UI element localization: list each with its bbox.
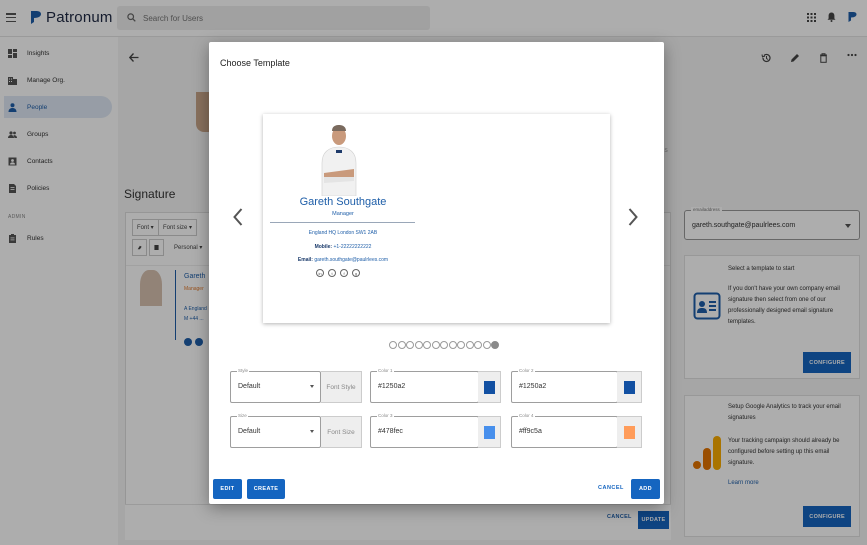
carousel-dot[interactable] [423,341,431,349]
color4-label: Color 4 [518,413,535,418]
template-name: Gareth Southgate [299,196,387,208]
carousel-previous-button[interactable] [229,206,247,228]
chevron-down-icon [310,385,314,388]
size-select-value: Default [238,428,261,435]
carousel-dot[interactable] [389,341,397,349]
carousel-dot[interactable] [491,341,499,349]
color2-swatch [623,380,635,394]
font-style-addon: Font Style [321,371,362,403]
color4-input[interactable]: Color 4 #ff9c5a [511,413,618,448]
template-divider [270,222,415,223]
template-person-photo [318,123,360,196]
template-mobile-value: +1-22222222222 [333,244,372,250]
carousel-dot[interactable] [457,341,465,349]
color4-swatch [623,425,635,439]
style-select-label: Style [237,368,250,373]
color3-input[interactable]: Color 3 #478fec [370,413,479,448]
carousel-dot[interactable] [431,341,440,349]
color2-value: #1250a2 [519,383,547,390]
template-mobile-line: Mobile: +1-22222222222 [263,244,423,250]
color3-label: Color 3 [377,413,394,418]
dialog-cancel-button[interactable]: CANCEL [598,485,624,491]
chevron-left-icon [233,208,243,226]
template-social-icons: in t f g [316,269,360,277]
color3-swatch-button[interactable] [478,416,501,448]
carousel-dot[interactable] [406,341,414,349]
carousel-dot[interactable] [397,341,406,349]
color4-swatch-button[interactable] [617,416,642,448]
size-select-label: Size [237,413,248,418]
template-role: Manager [332,211,354,217]
color3-value: #478fec [378,428,403,435]
color2-swatch-button[interactable] [617,371,642,403]
template-email-label: Email: [297,257,313,263]
template-email-line: Email: gareth.southgate@paulrlees.com [263,257,423,263]
carousel-dot[interactable] [414,341,423,349]
template-mobile-label: Mobile: [314,244,333,250]
create-button[interactable]: CREATE [247,479,285,499]
carousel-dot[interactable] [465,341,474,349]
twitter-icon: t [328,269,336,277]
color1-swatch-button[interactable] [478,371,501,403]
facebook-icon: f [340,269,348,277]
color1-swatch [483,380,495,394]
size-select[interactable]: Size Default [230,413,321,448]
color2-label: Color 2 [518,368,535,373]
carousel-dot[interactable] [440,341,448,349]
chevron-right-icon [628,208,638,226]
font-size-addon: Font Size [321,416,362,448]
carousel-dot[interactable] [448,341,457,349]
dialog-title: Choose Template [220,58,290,68]
chevron-down-icon [310,430,314,433]
color1-input[interactable]: Color 1 #1250a2 [370,368,479,403]
add-button[interactable]: ADD [631,479,660,499]
color1-label: Color 1 [377,368,394,373]
style-select[interactable]: Style Default [230,368,321,403]
linkedin-icon: in [316,269,324,277]
color3-swatch [483,425,495,439]
template-email-value: gareth.southgate@paulrlees.com [314,257,389,263]
choose-template-dialog: Choose Template Gareth Southgate Manager… [209,42,664,504]
color1-value: #1250a2 [378,383,406,390]
google-icon: g [352,269,360,277]
edit-button[interactable]: EDIT [213,479,242,499]
style-select-value: Default [238,383,261,390]
color2-input[interactable]: Color 2 #1250a2 [511,368,618,403]
carousel-next-button[interactable] [624,206,642,228]
template-preview-card[interactable]: Gareth Southgate Manager England HQ Lond… [263,114,610,323]
template-address: England HQ London SW1 2AB [308,230,378,236]
carousel-pagination [389,341,499,349]
carousel-dot[interactable] [474,341,482,349]
carousel-dot[interactable] [482,341,491,349]
color4-value: #ff9c5a [519,428,542,435]
